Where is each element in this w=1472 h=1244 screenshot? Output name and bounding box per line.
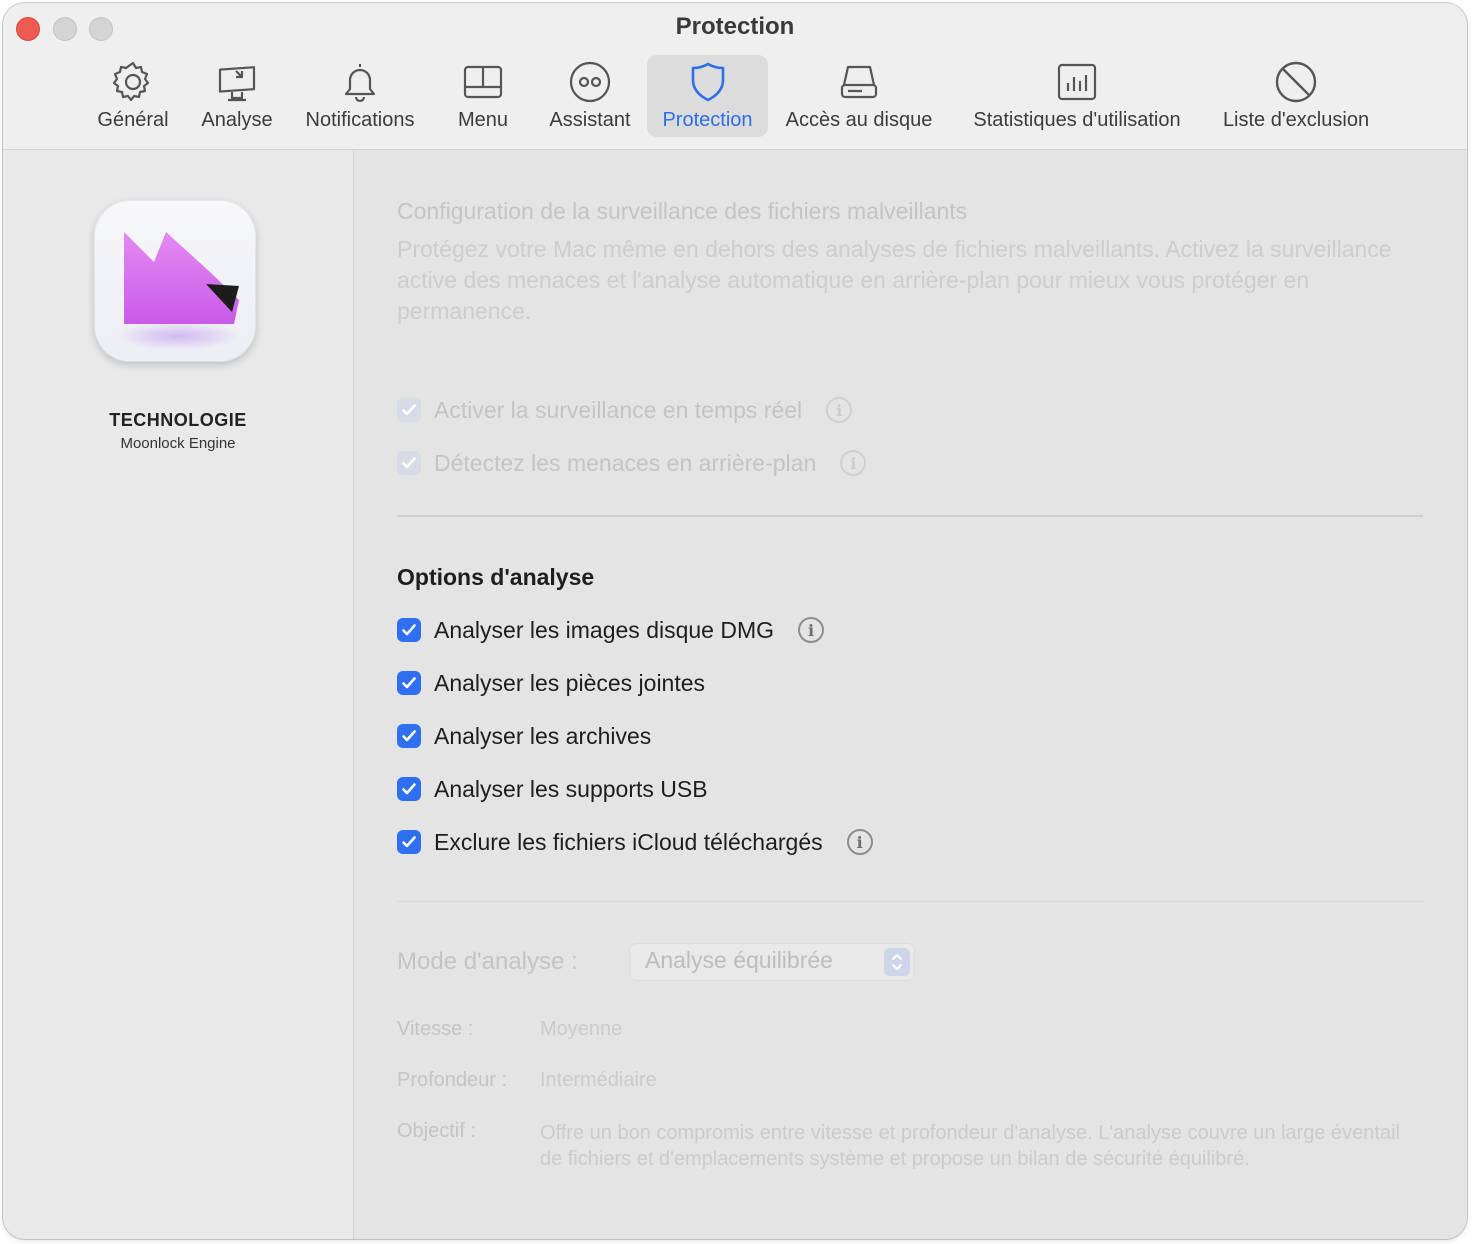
exclude-icloud-option: Exclure les fichiers iCloud téléchargés …: [397, 827, 873, 857]
tab-analyse[interactable]: Analyse: [195, 55, 279, 137]
protection-settings-panel: Configuration de la surveillance des fic…: [354, 150, 1467, 1239]
titlebar: Protection Général Analyse Notifications…: [3, 3, 1467, 150]
section-divider: [397, 901, 1423, 902]
scan-attachments-checkbox[interactable]: [397, 671, 421, 695]
tab-general-label: Général: [97, 109, 169, 131]
tab-exclusion-list[interactable]: Liste d'exclusion: [1211, 55, 1381, 137]
scan-options-title: Options d'analyse: [397, 564, 595, 590]
preferences-window: Protection Général Analyse Notifications…: [3, 3, 1467, 1239]
tab-usage-stats-label: Statistiques d'utilisation: [973, 109, 1181, 131]
technology-title: TECHNOLOGIE: [109, 410, 247, 430]
scan-archives-checkbox[interactable]: [397, 724, 421, 748]
goal-value: Offre un bon compromis entre vitesse et …: [540, 1122, 1400, 1170]
scan-attachments-label: Analyser les pièces jointes: [434, 669, 706, 696]
scan-dmg-option: Analyser les images disque DMG i: [397, 615, 825, 645]
prohibited-icon: [1273, 59, 1319, 105]
tab-disk-access[interactable]: Accès au disque: [777, 55, 941, 137]
scan-archives-option: Analyser les archives: [397, 721, 651, 751]
tab-analyse-label: Analyse: [201, 109, 273, 131]
background-detection-checkbox[interactable]: [397, 451, 421, 475]
window-title: Protection: [675, 13, 795, 40]
shield-icon: [685, 59, 731, 105]
scan-dmg-label: Analyser les images disque DMG: [434, 616, 775, 643]
info-icon[interactable]: i: [826, 397, 853, 423]
info-icon[interactable]: i: [798, 617, 825, 643]
scan-attachments-option: Analyser les pièces jointes: [397, 668, 705, 698]
menu-window-icon: [460, 59, 506, 105]
background-detection-label: Détectez les menaces en arrière-plan: [434, 449, 817, 476]
assistant-face-icon: [567, 59, 613, 105]
tab-exclusion-list-label: Liste d'exclusion: [1222, 109, 1370, 131]
tab-assistant[interactable]: Assistant: [541, 55, 639, 137]
realtime-monitoring-checkbox[interactable]: [397, 398, 421, 422]
monitoring-section-description: Protégez votre Mac même en dehors des an…: [397, 236, 1392, 324]
section-divider: [397, 515, 1423, 517]
scan-dmg-checkbox[interactable]: [397, 618, 421, 642]
disk-icon: [836, 59, 882, 105]
tab-menu[interactable]: Menu: [449, 55, 517, 137]
tab-assistant-label: Assistant: [549, 109, 631, 131]
sidebar: TECHNOLOGIE Moonlock Engine: [3, 150, 354, 1239]
scan-usb-checkbox[interactable]: [397, 777, 421, 801]
scan-usb-label: Analyser les supports USB: [434, 775, 708, 802]
moonlock-app-icon: [94, 200, 256, 362]
exclude-icloud-checkbox[interactable]: [397, 830, 421, 854]
realtime-monitoring-label: Activer la surveillance en temps réel: [434, 396, 803, 423]
goal-label: Objectif :: [397, 1120, 476, 1142]
tab-general[interactable]: Général: [91, 55, 175, 137]
gear-icon: [110, 59, 156, 105]
background-detection-option: Détectez les menaces en arrière-plan i: [397, 448, 867, 478]
exclude-icloud-label: Exclure les fichiers iCloud téléchargés: [434, 828, 823, 855]
depth-value: Intermédiaire: [540, 1069, 657, 1091]
scan-mode-select[interactable]: Analyse équilibrée: [630, 944, 914, 980]
speed-value: Moyenne: [540, 1018, 623, 1040]
depth-label: Profondeur :: [397, 1069, 508, 1091]
tab-usage-stats[interactable]: Statistiques d'utilisation: [957, 55, 1197, 137]
info-icon[interactable]: i: [840, 450, 867, 476]
tab-protection-label: Protection: [662, 109, 753, 131]
scan-mode-selected-value: Analyse équilibrée: [645, 947, 833, 973]
chevron-updown-icon: [884, 948, 910, 976]
tab-menu-label: Menu: [457, 109, 509, 131]
info-icon[interactable]: i: [846, 829, 873, 855]
technology-engine-name: Moonlock Engine: [120, 435, 236, 452]
tab-disk-access-label: Accès au disque: [785, 109, 933, 131]
bell-icon: [337, 59, 383, 105]
realtime-monitoring-option: Activer la surveillance en temps réel i: [397, 395, 853, 425]
tab-notifications[interactable]: Notifications: [296, 55, 424, 137]
scan-mode-label: Mode d'analyse :: [397, 948, 578, 975]
monitoring-section-title: Configuration de la surveillance des fic…: [397, 198, 968, 224]
tab-notifications-label: Notifications: [305, 109, 415, 131]
bar-chart-icon: [1054, 59, 1100, 105]
tab-protection[interactable]: Protection: [647, 55, 768, 137]
speed-label: Vitesse :: [397, 1018, 474, 1040]
scan-usb-option: Analyser les supports USB: [397, 774, 708, 804]
scan-archives-label: Analyser les archives: [434, 722, 652, 749]
monitor-scan-icon: [214, 59, 260, 105]
